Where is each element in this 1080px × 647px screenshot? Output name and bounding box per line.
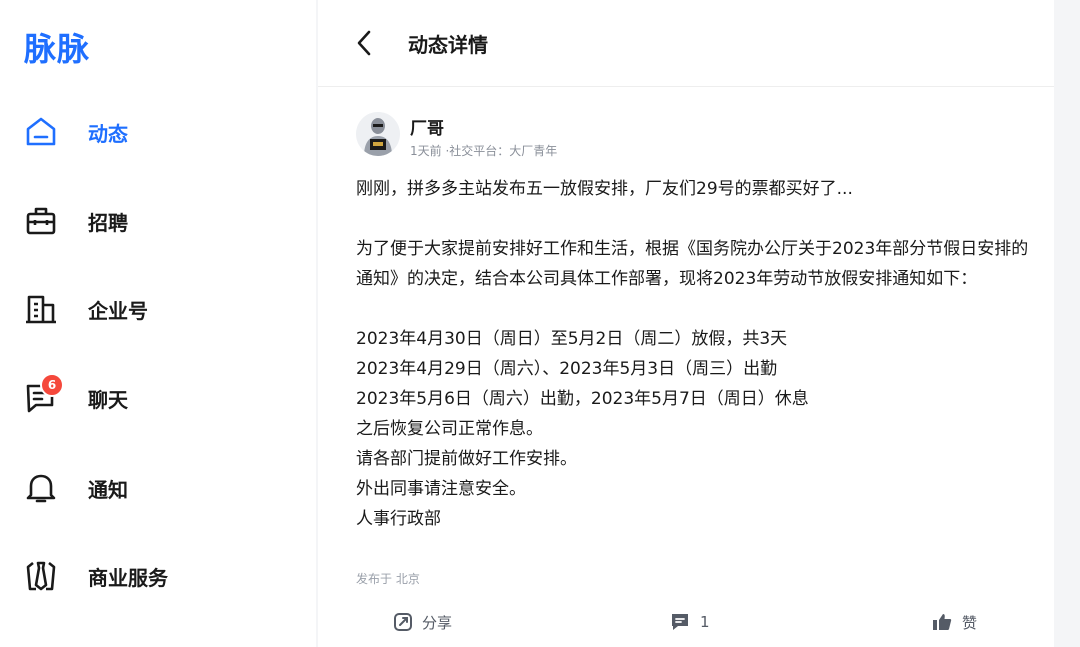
page-title: 动态详情 bbox=[408, 33, 488, 57]
comment-icon bbox=[672, 614, 688, 630]
building-icon bbox=[22, 290, 60, 328]
avatar[interactable] bbox=[356, 112, 400, 156]
post-line: 之后恢复公司正常作息。 bbox=[356, 419, 543, 439]
share-label: 分享 bbox=[422, 613, 453, 632]
sidebar-item-label: 动态 bbox=[88, 121, 128, 146]
post-line: 2023年5月6日（周六）出勤，2023年5月7日（周日）休息 bbox=[356, 389, 809, 409]
chat-icon: 6 bbox=[22, 373, 64, 417]
sidebar-item-feed[interactable]: 动态 bbox=[22, 110, 282, 154]
post-actions: 分享 1 赞 bbox=[318, 604, 1054, 640]
sidebar-item-company[interactable]: 企业号 bbox=[22, 287, 282, 331]
post-line: 人事行政部 bbox=[356, 509, 441, 529]
post-line: 2023年4月30日（周日）至5月2日（周二）放假，共3天 bbox=[356, 329, 788, 349]
sidebar-item-label: 聊天 bbox=[88, 387, 128, 412]
tie-icon bbox=[22, 557, 60, 595]
like-label: 赞 bbox=[962, 613, 978, 632]
post-meta: 1天前 ·社交平台：大厂青年 bbox=[410, 144, 558, 158]
sidebar-item-chat[interactable]: 6 聊天 bbox=[22, 373, 282, 420]
post-line: 请各部门提前做好工作安排。 bbox=[356, 449, 577, 469]
sidebar-item-label: 企业号 bbox=[88, 298, 148, 323]
sidebar-item-jobs[interactable]: 招聘 bbox=[22, 199, 282, 243]
sidebar: 脉脉 动态 招聘 企业号 6 聊天 通知 商业服务 bbox=[0, 0, 316, 647]
bell-icon bbox=[22, 469, 60, 507]
post-line: 2023年4月29日（周六）、2023年5月3日（周三）出勤 bbox=[356, 359, 778, 379]
thumbs-up-icon bbox=[933, 614, 952, 630]
post-author: 厂哥 1天前 ·社交平台：大厂青年 bbox=[356, 112, 996, 162]
author-name[interactable]: 厂哥 bbox=[410, 114, 444, 139]
post-content: 刚刚，拼多多主站发布五一放假安排，厂友们29号的票都买好了... 为了便于大家提… bbox=[356, 174, 1036, 534]
post-location: 发布于 北京 bbox=[356, 572, 420, 586]
comment-button[interactable]: 1 bbox=[670, 604, 710, 640]
briefcase-icon bbox=[22, 202, 60, 240]
post-line: 外出同事请注意安全。 bbox=[356, 479, 526, 499]
post-paragraph: 刚刚，拼多多主站发布五一放假安排，厂友们29号的票都买好了... bbox=[356, 179, 853, 199]
post-detail-panel: 动态详情 厂哥 1天前 ·社交平台：大厂青年 刚刚，拼多多主站发布五一放假安排，… bbox=[318, 0, 1054, 647]
home-icon bbox=[22, 113, 60, 151]
back-button[interactable] bbox=[350, 26, 380, 60]
sidebar-item-label: 招聘 bbox=[88, 210, 128, 235]
like-button[interactable]: 赞 bbox=[932, 604, 977, 640]
comment-count: 1 bbox=[700, 613, 710, 631]
brand-logo[interactable]: 脉脉 bbox=[24, 24, 90, 70]
sidebar-item-label: 通知 bbox=[88, 477, 128, 502]
share-button[interactable]: 分享 bbox=[394, 604, 452, 640]
unread-badge: 6 bbox=[40, 373, 64, 397]
sidebar-item-notifications[interactable]: 通知 bbox=[22, 466, 282, 510]
share-icon bbox=[394, 613, 412, 631]
chevron-left-icon bbox=[357, 30, 371, 56]
sidebar-item-business[interactable]: 商业服务 bbox=[22, 554, 282, 598]
sidebar-item-label: 商业服务 bbox=[88, 565, 168, 590]
post-paragraph: 为了便于大家提前安排好工作和生活，根据《国务院办公厅关于2023年部分节假日安排… bbox=[356, 239, 1029, 289]
page-header: 动态详情 bbox=[318, 0, 1054, 87]
